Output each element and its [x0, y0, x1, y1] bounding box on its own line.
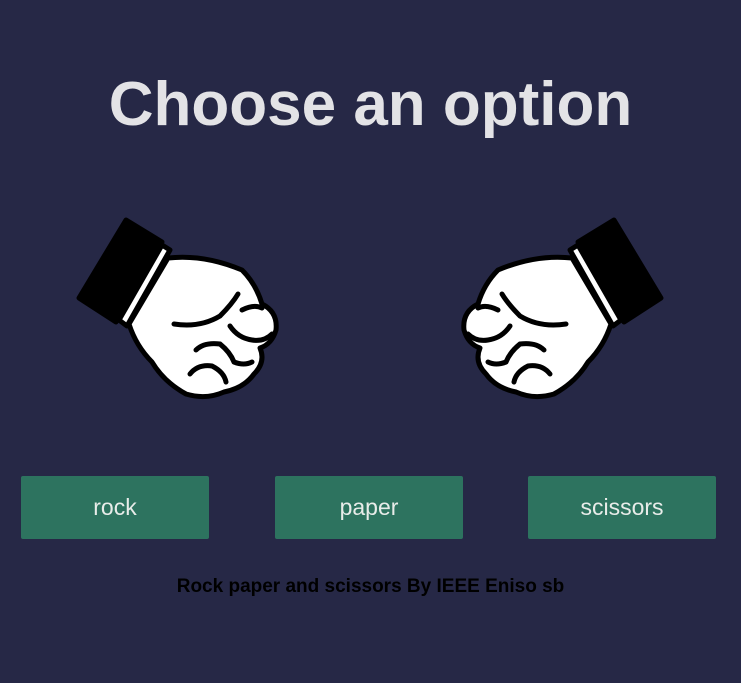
fist-icon — [461, 217, 664, 400]
game-screen: Choose an option rock paper scissors Roc… — [0, 0, 741, 683]
footer-credit: Rock paper and scissors By IEEE Eniso sb — [176, 576, 565, 597]
rock-button[interactable]: rock — [21, 476, 209, 539]
scissors-button[interactable]: scissors — [528, 476, 716, 539]
page-title: Choose an option — [108, 70, 633, 139]
computer-hand — [456, 212, 666, 404]
paper-button[interactable]: paper — [275, 476, 463, 539]
player-hand — [74, 212, 284, 404]
fist-icon — [76, 217, 279, 400]
